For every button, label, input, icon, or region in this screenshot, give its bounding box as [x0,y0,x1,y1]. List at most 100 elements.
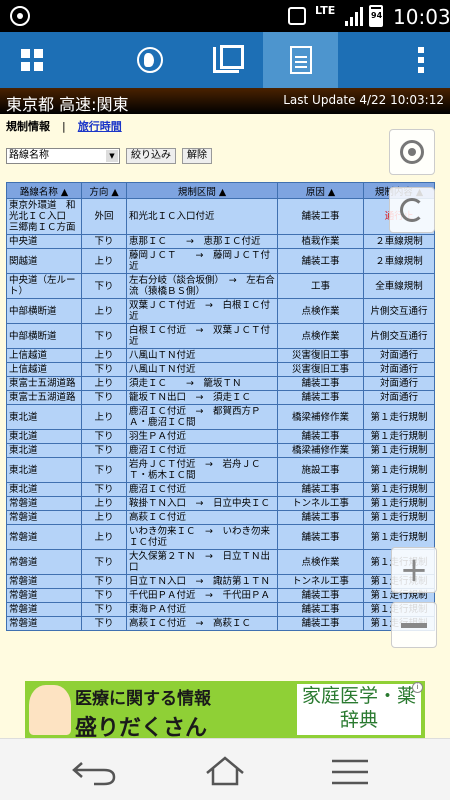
col-direction[interactable]: 方向 ▲ [82,183,126,198]
ad-info-icon[interactable]: i [412,682,423,693]
zoom-in-button[interactable]: + [391,547,437,593]
cell-cause: 点検作業 [278,324,363,348]
clear-button[interactable]: 解除 [182,148,212,164]
cell-section: 八風山ＴＮ付近 [127,349,277,362]
home-button[interactable] [195,753,255,787]
col-section[interactable]: 規制区間 ▲ [127,183,277,198]
cell-route: 東北道 [7,458,81,482]
document-button[interactable] [263,32,338,88]
cell-direction: 上り [82,299,126,323]
cell-route: 常磐道 [7,575,81,588]
cell-section: 鹿沼ＩＣ付近 [127,483,277,496]
col-route[interactable]: 路線名称 ▲ [7,183,81,198]
network-type: LTE [315,4,336,17]
table-row: 中部横断道 下り 白根ＩＣ付近 → 双葉ＪＣＴ付近 点検作業 片側交互通行 [7,324,434,348]
cell-route: 常磐道 [7,550,81,574]
document-icon [289,46,312,74]
locate-button[interactable] [389,129,435,175]
table-row: 上信越道 上り 八風山ＴＮ付近 災害復旧工事 対面通行 [7,349,434,362]
travel-time-link[interactable]: 旅行時間 [78,120,122,133]
table-row: 常磐道下り日立ＴＮ入口 → 諏訪第１ＴＮトンネル工事第１走行規制 [7,575,434,588]
cell-route: 上信越道 [7,349,81,362]
cell-route: 中部横断道 [7,324,81,348]
cell-direction: 下り [82,430,126,443]
cell-cause: 舗装工事 [278,511,363,524]
cell-section: 東海ＰＡ付近 [127,603,277,616]
cell-route: 常磐道 [7,511,81,524]
globe-button[interactable] [110,32,190,88]
table-row: 東北道 下り 鹿沼ＩＣ付近 舗装工事 第１走行規制 [7,483,434,496]
ad-banner[interactable]: 医療に関する情報 盛りだくさん 家庭医学・薬辞典 i [25,681,425,738]
battery-level: 94 [371,11,383,20]
cell-cause: 舗装工事 [278,603,363,616]
narrow-button[interactable]: 絞り込み [126,148,176,164]
locate-icon [400,140,424,164]
cell-route: 常磐道 [7,617,81,630]
cell-direction: 下り [82,391,126,404]
cell-route: 中央道 [7,235,81,248]
cell-cause: 舗装工事 [278,589,363,602]
cell-direction: 下り [82,235,126,248]
subnav: 規制情報 | 旅行時間 [6,118,122,134]
cell-direction: 外回 [82,199,126,234]
grid-icon [21,49,43,71]
col-cause[interactable]: 原因 ▲ [278,183,363,198]
signal-icon [345,6,365,26]
cell-cause: 舗装工事 [278,483,363,496]
ad-illustration [29,685,71,735]
minus-icon [401,622,427,628]
refresh-icon [400,198,424,222]
cell-section: 高萩ＩＣ付近 [127,511,277,524]
cell-cause: 舗装工事 [278,249,363,273]
web-page[interactable]: 東京都 高速:関東 Last Update 4/22 10:03:12 規制情報… [0,88,450,738]
cell-route: 中部横断道 [7,299,81,323]
more-vert-icon [418,47,424,73]
nav-current: 規制情報 [6,120,50,133]
dropdown-arrow-icon: ▼ [106,150,118,162]
route-select-value: 路線名称 [9,150,49,161]
cell-direction: 下り [82,483,126,496]
gps-icon [10,6,30,26]
cell-route: 常磐道 [7,603,81,616]
table-row: 常磐道 上り 鞍掛ＴＮ入口 → 日立中央ＩＣ トンネル工事 第１走行規制 [7,497,434,510]
refresh-button[interactable] [389,187,435,233]
cell-direction: 下り [82,458,126,482]
table-row: 東京外環道 和光北ＩＣ入口 三郷南ＩＣ方面外回和光北ＩＣ入口付近舗装工事通行止 [7,199,434,234]
cell-section: 恵那ＩＣ → 恵那ＩＣ付近 [127,235,277,248]
cell-section: 日立ＴＮ入口 → 諏訪第１ＴＮ [127,575,277,588]
cell-section: 鹿沼ＩＣ付近 [127,444,277,457]
table-row: 関越道 上り 藤岡ＪＣＴ → 藤岡ＪＣＴ付近 舗装工事 ２車線規制 [7,249,434,273]
table-row: 上信越道 下り 八風山ＴＮ付近 災害復旧工事 対面通行 [7,363,434,376]
cell-section: 和光北ＩＣ入口付近 [127,199,277,234]
table-body: 東京外環道 和光北ＩＣ入口 三郷南ＩＣ方面外回和光北ＩＣ入口付近舗装工事通行止中… [7,199,434,630]
back-button[interactable] [66,753,126,787]
system-nav-bar [0,738,450,800]
ad-product-name: 家庭医学・薬辞典 [297,684,421,735]
cell-content: 第１走行規制 [364,483,434,496]
route-select[interactable]: 路線名称 ▼ [6,148,120,164]
table-row: 中央道 下り 恵那ＩＣ → 恵那ＩＣ付近 植栽作業 ２車線規制 [7,235,434,248]
cell-section: いわき勿来ＩＣ → いわき勿来ＩＣ付近 [127,525,277,549]
more-menu-button[interactable] [392,32,450,88]
cell-direction: 下り [82,603,126,616]
clock: 10:03 [393,5,450,29]
cell-direction: 下り [82,444,126,457]
cell-route: 東北道 [7,405,81,429]
last-update: Last Update 4/22 10:03:12 [283,93,444,107]
cell-route: 中央道（左ルート） [7,274,81,298]
table-row: 常磐道 上り 高萩ＩＣ付近 舗装工事 第１走行規制 [7,511,434,524]
cell-direction: 下り [82,589,126,602]
cell-route: 東北道 [7,444,81,457]
cell-route: 関越道 [7,249,81,273]
status-bar: LTE 94 10:03 [0,0,450,32]
cell-section: 双葉ＪＣＴ付近 → 白根ＩＣ付近 [127,299,277,323]
table-row: 東富士五湖道路 下り 籠坂ＴＮ出口 → 須走ＩＣ 舗装工事 対面通行 [7,391,434,404]
cell-cause: 舗装工事 [278,525,363,549]
plus-icon: + [399,550,429,590]
crop-button[interactable] [186,32,266,88]
zoom-out-button[interactable] [391,602,437,648]
recent-apps-button[interactable] [320,753,380,787]
cell-cause: 舗装工事 [278,377,363,390]
cell-direction: 上り [82,377,126,390]
grid-menu-button[interactable] [0,32,64,88]
